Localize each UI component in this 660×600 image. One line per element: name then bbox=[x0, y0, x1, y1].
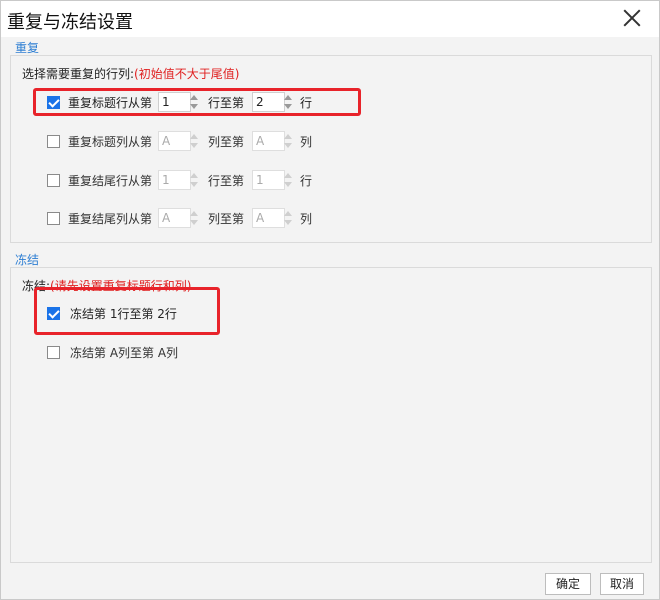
ok-button[interactable]: 确定 bbox=[545, 573, 591, 595]
repeat-freeze-dialog: 重复与冻结设置 重复 选择需要重复的行列:(初始值不大于尾值) 重复标题行从第 … bbox=[0, 0, 660, 600]
title-bar: 重复与冻结设置 bbox=[1, 1, 659, 37]
repeat-end-rows-checkbox[interactable] bbox=[47, 173, 60, 187]
repeat-end-cols-checkbox[interactable] bbox=[47, 211, 60, 225]
freeze-cols-checkbox[interactable] bbox=[47, 345, 60, 359]
stepper-down-icon[interactable] bbox=[190, 220, 199, 225]
repeat-end-rows-unit: 行 bbox=[300, 173, 313, 188]
repeat-end-cols-from-input[interactable]: A bbox=[158, 208, 192, 228]
stepper-up-icon[interactable] bbox=[190, 173, 199, 178]
dialog-title: 重复与冻结设置 bbox=[7, 12, 133, 33]
stepper-down-icon[interactable] bbox=[284, 220, 293, 225]
repeat-section-label: 重复 bbox=[15, 41, 40, 55]
repeat-end-cols-to-stepper[interactable]: A bbox=[252, 208, 294, 228]
repeat-title-cols-label: 重复标题列从第 bbox=[68, 134, 153, 149]
stepper-down-icon[interactable] bbox=[284, 182, 293, 187]
repeat-end-rows-to-stepper[interactable]: 1 bbox=[252, 170, 294, 190]
stepper-up-icon[interactable] bbox=[284, 173, 293, 178]
repeat-title-cols-from-stepper[interactable]: A bbox=[158, 131, 200, 151]
stepper-up-icon[interactable] bbox=[190, 134, 199, 139]
stepper-down-icon[interactable] bbox=[284, 143, 293, 148]
repeat-title-cols-from-input[interactable]: A bbox=[158, 131, 192, 151]
repeat-end-rows-label: 重复结尾行从第 bbox=[68, 173, 153, 188]
repeat-hint: (初始值不大于尾值) bbox=[134, 67, 240, 81]
stepper-up-icon[interactable] bbox=[190, 211, 199, 216]
repeat-title-cols-checkbox[interactable] bbox=[47, 134, 60, 148]
repeat-end-cols-to-input[interactable]: A bbox=[252, 208, 286, 228]
repeat-end-rows-from-stepper[interactable]: 1 bbox=[158, 170, 200, 190]
highlight-box-freeze bbox=[34, 287, 220, 335]
repeat-end-rows-from-input[interactable]: 1 bbox=[158, 170, 192, 190]
repeat-end-rows-row: 重复结尾行从第 1 行至第 1 行 bbox=[47, 170, 312, 190]
repeat-end-cols-row: 重复结尾列从第 A 列至第 A 列 bbox=[47, 208, 312, 228]
stepper-up-icon[interactable] bbox=[284, 134, 293, 139]
repeat-end-cols-unit: 列 bbox=[300, 211, 313, 226]
cancel-button[interactable]: 取消 bbox=[600, 573, 644, 595]
repeat-title-cols-mid: 列至第 bbox=[208, 134, 245, 149]
repeat-end-rows-mid: 行至第 bbox=[208, 173, 245, 188]
repeat-end-rows-to-input[interactable]: 1 bbox=[252, 170, 286, 190]
stepper-down-icon[interactable] bbox=[190, 182, 199, 187]
stepper-up-icon[interactable] bbox=[284, 211, 293, 216]
close-icon[interactable] bbox=[623, 9, 641, 27]
repeat-end-cols-mid: 列至第 bbox=[208, 211, 245, 226]
repeat-prompt: 选择需要重复的行列: bbox=[22, 67, 135, 81]
repeat-title-cols-to-stepper[interactable]: A bbox=[252, 131, 294, 151]
repeat-title-cols-unit: 列 bbox=[300, 134, 313, 149]
repeat-end-cols-label: 重复结尾列从第 bbox=[68, 211, 153, 226]
repeat-title-cols-to-input[interactable]: A bbox=[252, 131, 286, 151]
freeze-cols-label: 冻结第 A列至第 A列 bbox=[70, 345, 179, 360]
stepper-down-icon[interactable] bbox=[190, 143, 199, 148]
repeat-end-cols-from-stepper[interactable]: A bbox=[158, 208, 200, 228]
freeze-cols-row: 冻结第 A列至第 A列 bbox=[47, 342, 178, 362]
repeat-prompt-row: 选择需要重复的行列:(初始值不大于尾值) bbox=[22, 65, 239, 82]
freeze-section-label: 冻结 bbox=[15, 253, 40, 267]
repeat-title-cols-row: 重复标题列从第 A 列至第 A 列 bbox=[47, 131, 312, 151]
highlight-box-repeat bbox=[33, 88, 361, 116]
